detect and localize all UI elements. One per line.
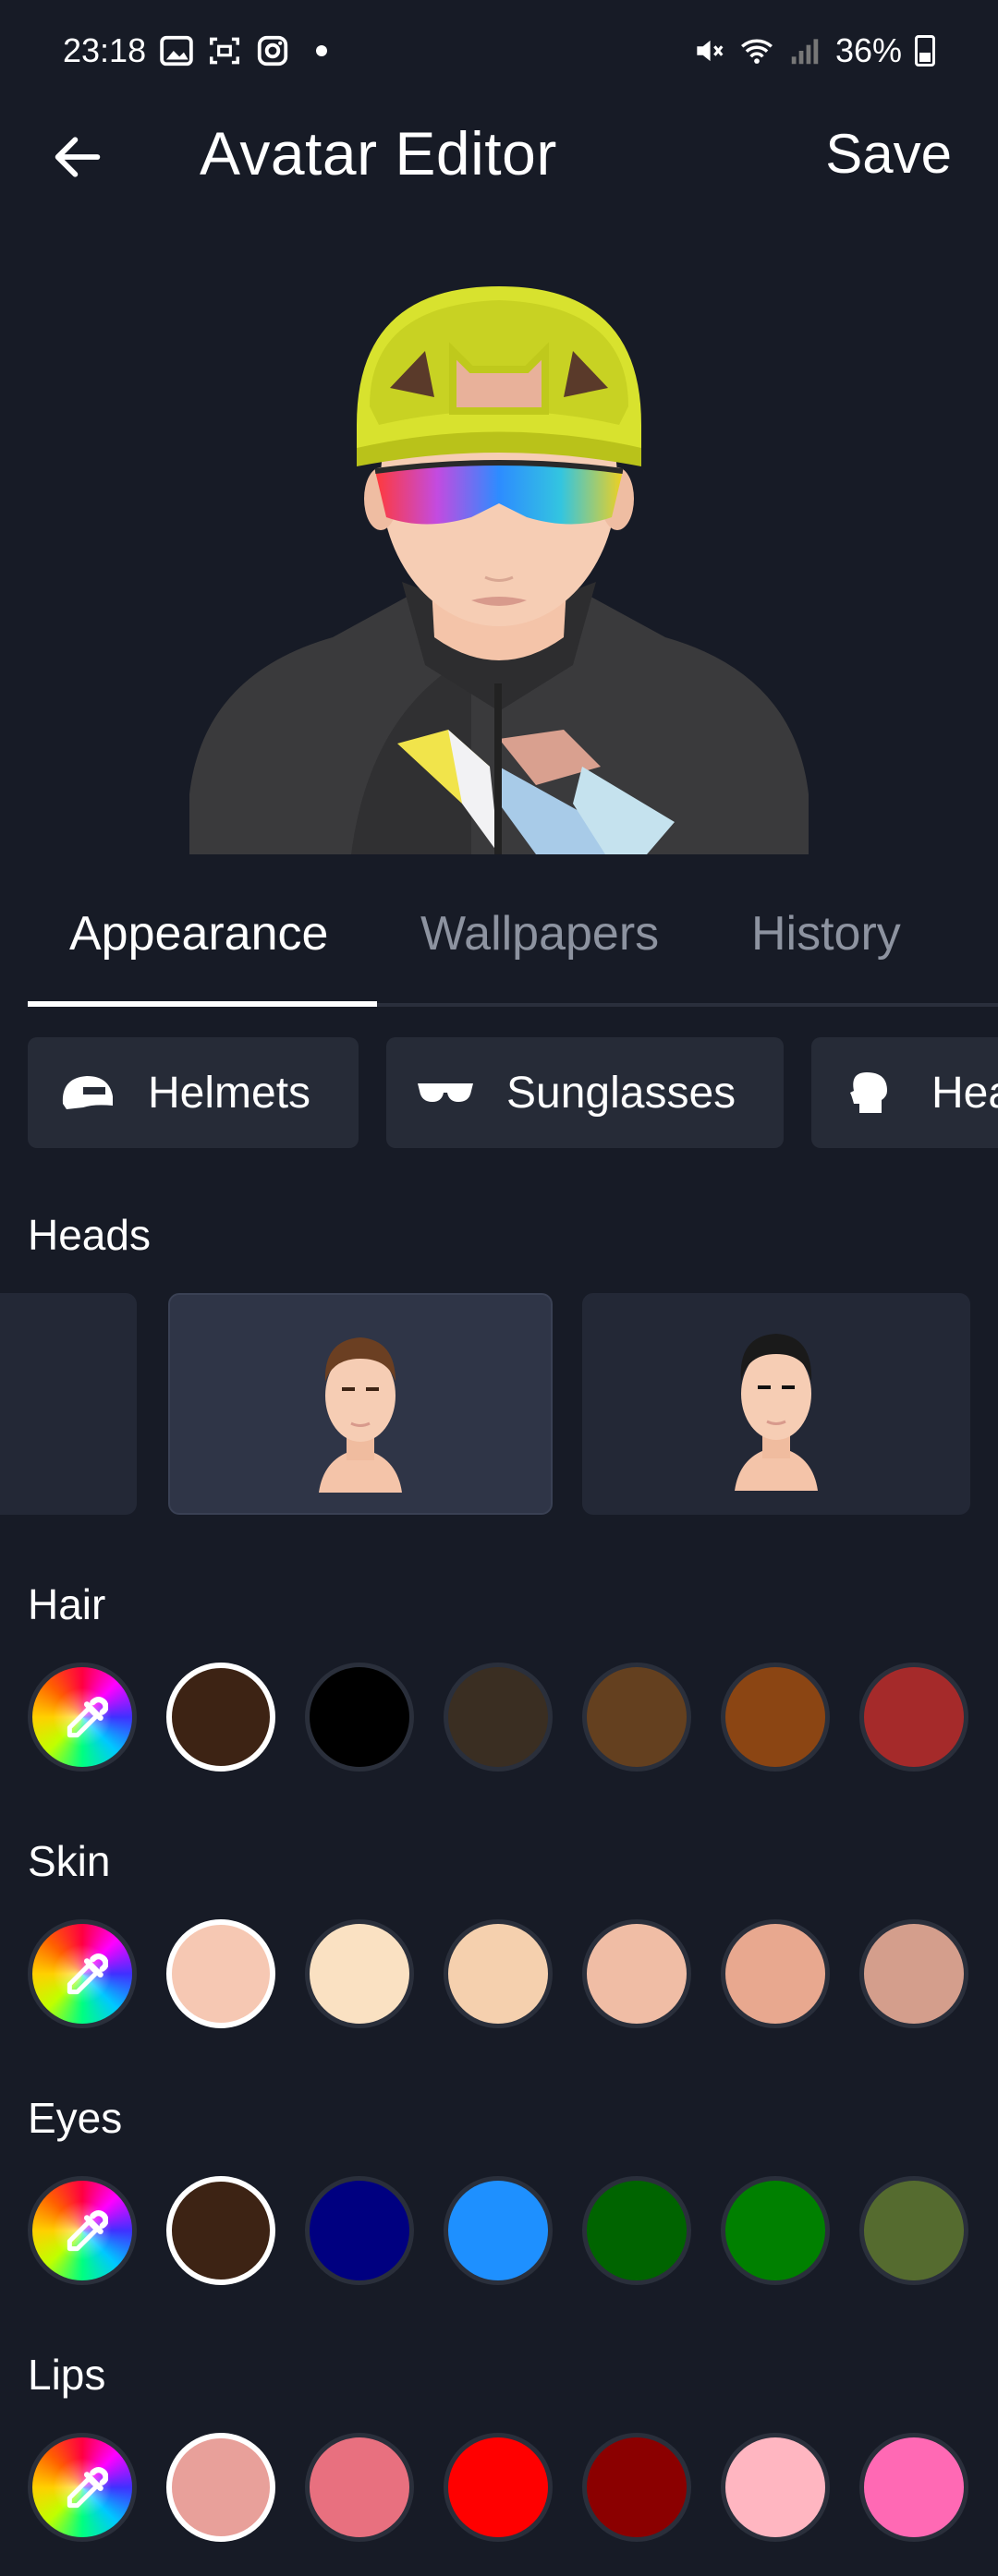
skin-color-swatch[interactable] (305, 1919, 414, 2028)
hair-color-swatch-selected[interactable] (166, 1663, 275, 1772)
hair-color-swatch[interactable] (444, 1663, 553, 1772)
lips-color-swatch[interactable] (721, 2433, 830, 2542)
eyes-swatches (28, 2176, 998, 2291)
hair-color-swatch[interactable] (859, 1663, 968, 1772)
eyes-color-swatch[interactable] (305, 2176, 414, 2285)
page-title: Avatar Editor (200, 119, 557, 187)
avatar-preview (0, 222, 998, 854)
helmet-icon (62, 1076, 113, 1109)
lips-color-swatch[interactable] (582, 2433, 691, 2542)
skin-swatches (28, 1919, 998, 2034)
sunglasses-icon (418, 1083, 473, 1102)
eyedropper-icon (67, 1697, 108, 1738)
eyedropper-icon (67, 1953, 108, 1995)
skin-color-swatch[interactable] (859, 1919, 968, 2028)
eyes-color-swatch-selected[interactable] (166, 2176, 275, 2285)
tab-appearance[interactable]: Appearance (69, 906, 328, 961)
chip-label: Hea (931, 1068, 998, 1118)
back-arrow-icon[interactable] (48, 127, 107, 187)
head-option[interactable] (0, 1293, 137, 1515)
skin-color-swatch-selected[interactable] (166, 1919, 275, 2028)
eyes-color-swatch[interactable] (582, 2176, 691, 2285)
color-picker-button[interactable] (28, 2176, 137, 2285)
avatar-image (189, 286, 809, 854)
lips-color-swatch-selected[interactable] (166, 2433, 275, 2542)
heads-carousel (0, 1293, 998, 1515)
category-chips: Helmets Sunglasses Hea (28, 1037, 998, 1148)
signal-icon (791, 39, 819, 65)
section-eyes: Eyes (28, 2094, 123, 2142)
tab-wallpapers[interactable]: Wallpapers (420, 906, 659, 961)
skin-color-swatch[interactable] (582, 1919, 691, 2028)
wifi-icon (740, 39, 773, 64)
app-bar: Avatar Editor Save (0, 102, 998, 211)
status-bar: 23:18 36% (0, 0, 998, 102)
screenshot-icon (210, 37, 240, 65)
head-option-selected[interactable] (168, 1293, 553, 1515)
lips-color-swatch[interactable] (444, 2433, 553, 2542)
tab-history[interactable]: History (751, 906, 901, 961)
battery-percent: 36% (834, 31, 902, 69)
section-skin: Skin (28, 1837, 111, 1885)
lips-color-swatch[interactable] (859, 2433, 968, 2542)
battery-icon (915, 35, 935, 67)
head-option[interactable] (582, 1293, 970, 1515)
lips-swatches (28, 2433, 998, 2547)
hair-swatches (28, 1663, 998, 1777)
instagram-icon (257, 35, 288, 67)
hair-color-swatch[interactable] (305, 1663, 414, 1772)
eyes-color-swatch[interactable] (859, 2176, 968, 2285)
hair-color-swatch[interactable] (721, 1663, 830, 1772)
head-thumbnail (319, 1337, 402, 1493)
head-icon (850, 1072, 887, 1113)
chip-label: Sunglasses (506, 1068, 736, 1118)
eyedropper-icon (67, 2467, 108, 2509)
eyes-color-swatch[interactable] (721, 2176, 830, 2285)
skin-color-swatch[interactable] (721, 1919, 830, 2028)
mute-icon (697, 40, 724, 62)
section-heads: Heads (28, 1211, 151, 1259)
chip-helmets[interactable]: Helmets (28, 1037, 359, 1148)
skin-color-swatch[interactable] (444, 1919, 553, 2028)
chip-label: Helmets (148, 1068, 311, 1118)
color-picker-button[interactable] (28, 1663, 137, 1772)
color-picker-button[interactable] (28, 2433, 137, 2542)
tab-bar: Appearance Wallpapers History (28, 882, 998, 1007)
notification-dot-icon (316, 45, 328, 56)
save-button[interactable]: Save (825, 122, 952, 186)
gallery-icon (160, 35, 193, 67)
chip-sunglasses[interactable]: Sunglasses (386, 1037, 784, 1148)
section-hair: Hair (28, 1580, 106, 1628)
section-lips: Lips (28, 2351, 106, 2399)
eyedropper-icon (67, 2210, 108, 2252)
status-time: 23:18 (63, 31, 147, 69)
head-thumbnail (735, 1334, 818, 1491)
tab-indicator (28, 1001, 377, 1007)
hair-color-swatch[interactable] (582, 1663, 691, 1772)
chip-heads[interactable]: Hea (811, 1037, 998, 1148)
lips-color-swatch[interactable] (305, 2433, 414, 2542)
color-picker-button[interactable] (28, 1919, 137, 2028)
eyes-color-swatch[interactable] (444, 2176, 553, 2285)
